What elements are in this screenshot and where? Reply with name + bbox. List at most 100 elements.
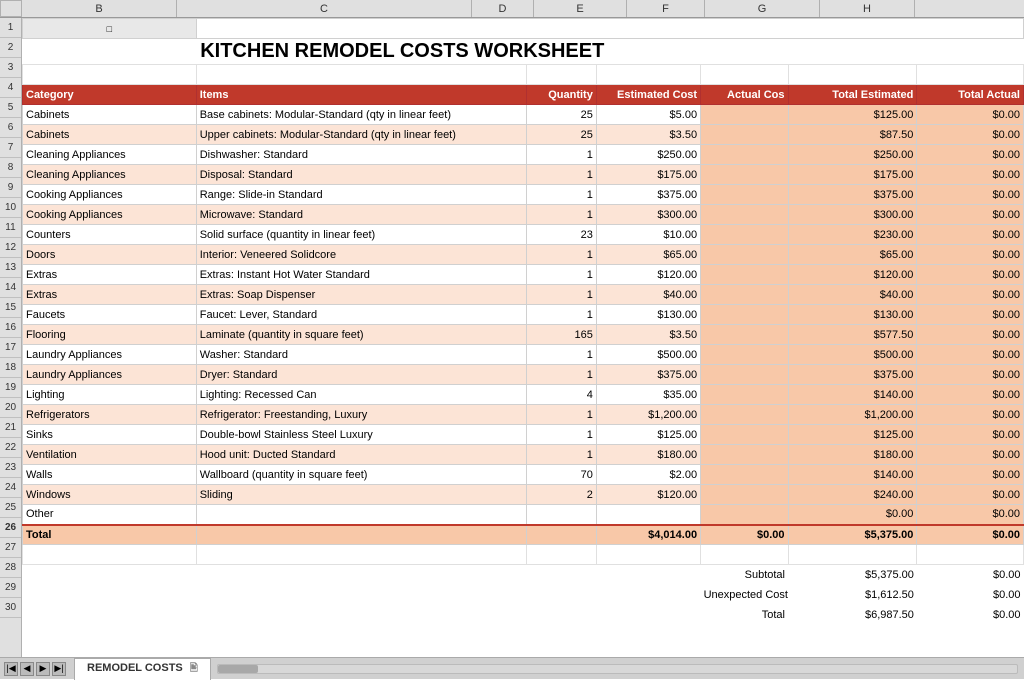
table-row: RefrigeratorsRefrigerator: Freestanding,… [23, 405, 1024, 425]
total-estimated-cell: $375.00 [788, 365, 917, 385]
col-header-h: H [820, 0, 915, 17]
total-label: Total [23, 525, 197, 545]
table-row: ExtrasExtras: Soap Dispenser1$40.00$40.0… [23, 285, 1024, 305]
row-num-6: 6 [0, 118, 21, 138]
items-cell: Hood unit: Ducted Standard [196, 445, 527, 465]
cell-a2 [23, 39, 197, 65]
category-cell: Lighting [23, 385, 197, 405]
total-actual-cell: $0.00 [917, 205, 1024, 225]
row-num-12: 12 [0, 238, 21, 258]
cell-a1: □ [23, 19, 197, 39]
total-estimated-cell: $0.00 [788, 505, 917, 525]
quantity-cell: 2 [527, 485, 596, 505]
sheet-tab[interactable]: REMODEL COSTS 🖹 [74, 658, 211, 680]
row-num-18: 18 [0, 358, 21, 378]
row-2: KITCHEN REMODEL COSTS WORKSHEET [23, 39, 1024, 65]
col-header-e: E [534, 0, 627, 17]
row-num-30: 30 [0, 598, 21, 618]
total-estimated-cell: $300.00 [788, 205, 917, 225]
col-header-b: B [22, 0, 177, 17]
category-cell: Faucets [23, 305, 197, 325]
category-cell: Walls [23, 465, 197, 485]
col-header-f: F [627, 0, 705, 17]
estimated-cost-cell: $3.50 [596, 325, 700, 345]
total-estimated-cell: $87.50 [788, 125, 917, 145]
total-estimated-cell: $125.00 [788, 105, 917, 125]
sheet-body: 1 2 3 4 5 6 7 8 9 10 11 12 13 14 15 16 1… [0, 18, 1024, 657]
items-cell: Range: Slide-in Standard [196, 185, 527, 205]
estimated-cost-cell: $125.00 [596, 425, 700, 445]
nav-first[interactable]: |◀ [4, 662, 18, 676]
quantity-cell: 1 [527, 405, 596, 425]
table-row: CabinetsUpper cabinets: Modular-Standard… [23, 125, 1024, 145]
actual-cost-cell [701, 445, 788, 465]
category-cell: Other [23, 505, 197, 525]
total-total-actual: $0.00 [917, 525, 1024, 545]
estimated-cost-cell: $1,200.00 [596, 405, 700, 425]
actual-cost-cell [701, 205, 788, 225]
estimated-cost-cell: $10.00 [596, 225, 700, 245]
total-estimated-cell: $40.00 [788, 285, 917, 305]
quantity-cell: 1 [527, 205, 596, 225]
actual-cost-cell [701, 465, 788, 485]
actual-cost-cell [701, 225, 788, 245]
actual-cost-cell [701, 265, 788, 285]
total-estimated-cell: $175.00 [788, 165, 917, 185]
subtotal-actual: $0.00 [917, 565, 1024, 585]
nav-last[interactable]: ▶| [52, 662, 66, 676]
estimated-cost-cell: $250.00 [596, 145, 700, 165]
category-cell: Cabinets [23, 125, 197, 145]
total-actual-cell: $0.00 [917, 125, 1024, 145]
estimated-cost-cell: $500.00 [596, 345, 700, 365]
row-num-14: 14 [0, 278, 21, 298]
table-row: CountersSolid surface (quantity in linea… [23, 225, 1024, 245]
actual-cost-cell [701, 425, 788, 445]
category-cell: Sinks [23, 425, 197, 445]
quantity-cell: 1 [527, 345, 596, 365]
total-estimated-cell: $1,200.00 [788, 405, 917, 425]
quantity-cell: 1 [527, 305, 596, 325]
corner-cell [0, 0, 22, 17]
nav-next[interactable]: ▶ [36, 662, 50, 676]
worksheet-title: KITCHEN REMODEL COSTS WORKSHEET [196, 39, 1023, 65]
estimated-cost-cell: $2.00 [596, 465, 700, 485]
actual-cost-cell [701, 405, 788, 425]
total-actual-cell: $0.00 [917, 445, 1024, 465]
quantity-cell: 1 [527, 445, 596, 465]
actual-cost-cell [701, 245, 788, 265]
items-cell: Lighting: Recessed Can [196, 385, 527, 405]
nav-prev[interactable]: ◀ [20, 662, 34, 676]
row-num-4: 4 [0, 78, 21, 98]
tab-icon: 🖹 [190, 663, 198, 674]
row-27 [23, 545, 1024, 565]
category-cell: Laundry Appliances [23, 365, 197, 385]
cell-b1 [196, 19, 1023, 39]
sheet-content: □ KITCHEN REMODEL COSTS WORKSHEET [22, 18, 1024, 657]
row-num-20: 20 [0, 398, 21, 418]
row-1: □ [23, 19, 1024, 39]
row-num-27: 27 [0, 538, 21, 558]
total-empty [196, 525, 527, 545]
total-actual-cell: $0.00 [917, 265, 1024, 285]
quantity-cell: 1 [527, 165, 596, 185]
table-row: Other $0.00$0.00 [23, 505, 1024, 525]
tab-name: REMODEL COSTS [87, 662, 183, 674]
unexpected-estimated: $1,612.50 [788, 585, 917, 605]
actual-cost-cell [701, 345, 788, 365]
table-row: Laundry AppliancesWasher: Standard1$500.… [23, 345, 1024, 365]
total-row: Total $4,014.00 $0.00 $5,375.00 $0.00 [23, 525, 1024, 545]
total-actual-cell: $0.00 [917, 505, 1024, 525]
items-cell: Laminate (quantity in square feet) [196, 325, 527, 345]
category-cell: Cooking Appliances [23, 205, 197, 225]
table-row: LightingLighting: Recessed Can4$35.00$14… [23, 385, 1024, 405]
summary-subtotal-row: Subtotal $5,375.00 $0.00 [23, 565, 1024, 585]
items-cell: Extras: Instant Hot Water Standard [196, 265, 527, 285]
data-rows: CabinetsBase cabinets: Modular-Standard … [23, 105, 1024, 525]
table-row: SinksDouble-bowl Stainless Steel Luxury1… [23, 425, 1024, 445]
row-num-21: 21 [0, 418, 21, 438]
items-cell: Dishwasher: Standard [196, 145, 527, 165]
items-cell: Interior: Veneered Solidcore [196, 245, 527, 265]
quantity-cell: 1 [527, 285, 596, 305]
estimated-cost-cell: $375.00 [596, 365, 700, 385]
table-row: Cooking AppliancesRange: Slide-in Standa… [23, 185, 1024, 205]
